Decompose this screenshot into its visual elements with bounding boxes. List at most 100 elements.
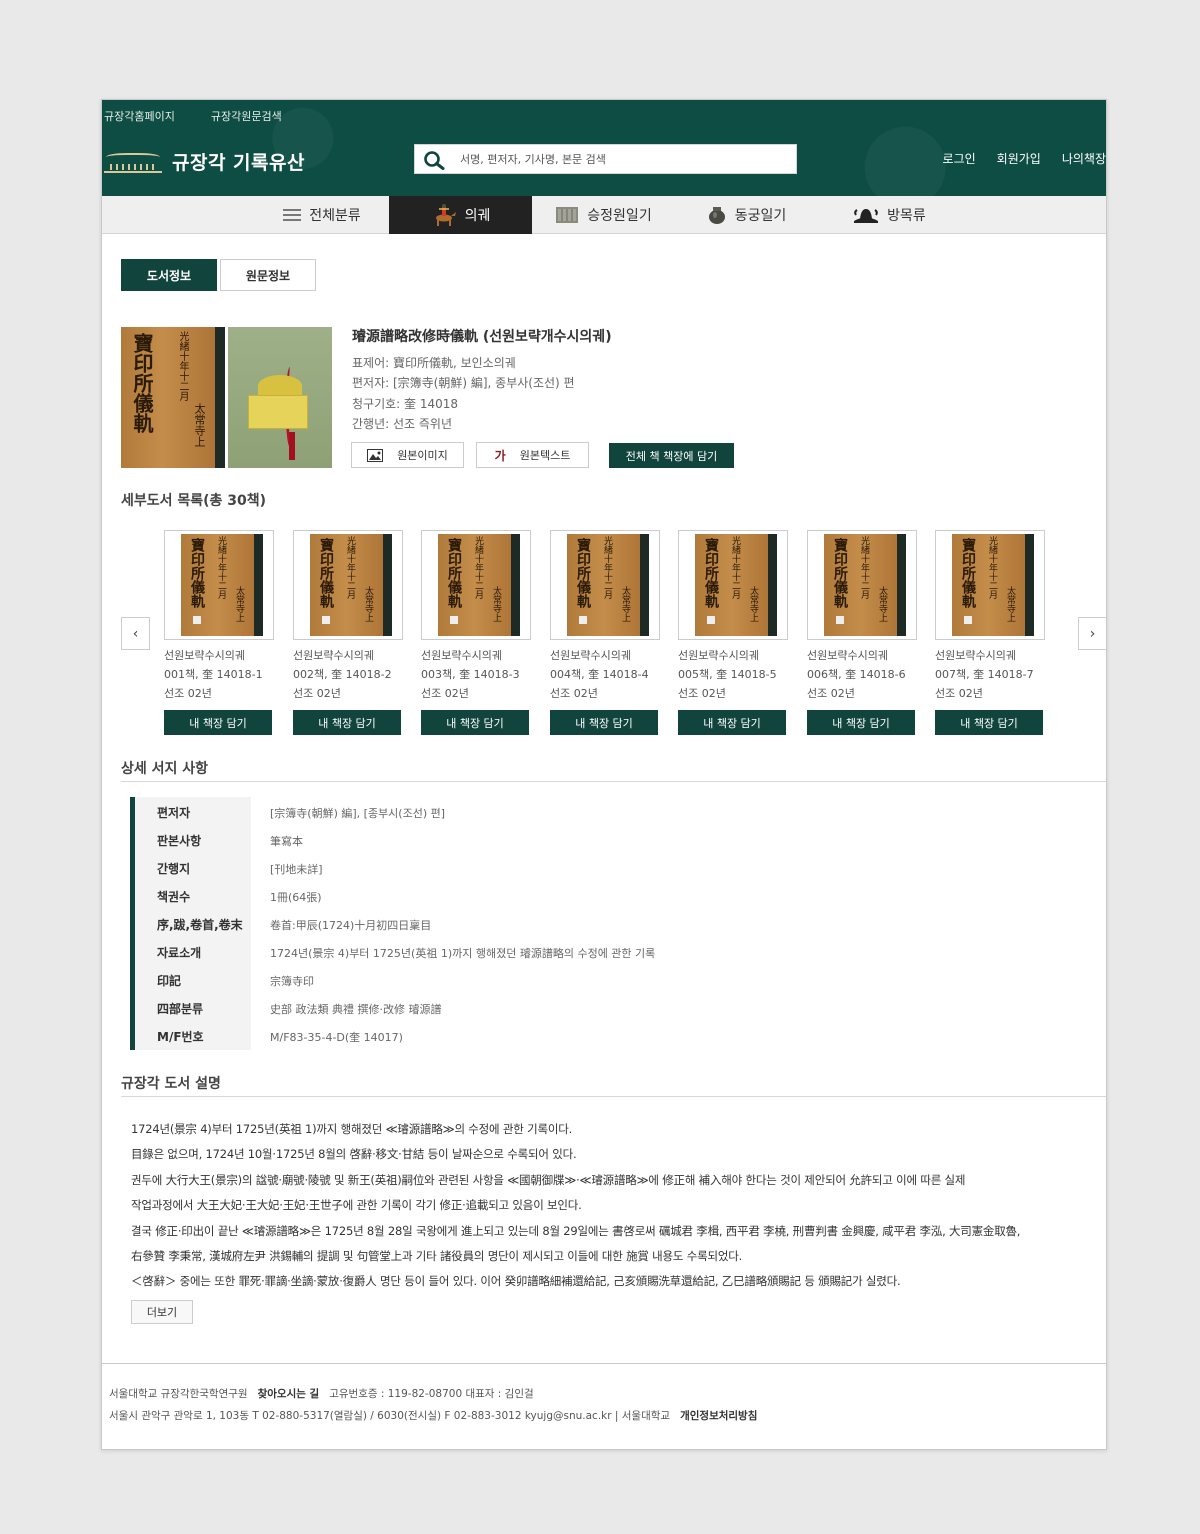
volume-thumbnail[interactable]: 寶印所儀軌 光緒十年十二月 太常寺上 <box>293 530 403 640</box>
volume-name: 선원보략수시의궤 <box>678 649 759 662</box>
logo[interactable]: 규장각 기록유산 <box>104 148 305 175</box>
volume-name: 선원보략수시의궤 <box>807 649 888 662</box>
nav-label-uigwe: 의궤 <box>464 208 491 224</box>
detail-row: 책권수 1冊(64張) <box>130 881 1090 909</box>
tab-original-info[interactable]: 원문정보 <box>220 259 316 291</box>
detail-key: 序,跋,卷首,卷末 <box>157 918 243 932</box>
volume-thumbnail[interactable]: 寶印所儀軌 光緒十年十二月 太常寺上 <box>807 530 917 640</box>
footer-directions-link[interactable]: 찾아오시는 길 <box>258 1388 320 1400</box>
volume-card: 寶印所儀軌 光緒十年十二月 太常寺上 선원보략수시의궤 004책, 奎 14018-… <box>550 530 660 735</box>
original-text-button[interactable]: 가 원본텍스트 <box>476 442 589 468</box>
detail-value: 卷首:甲辰(1724)十月初四日稟目 <box>270 919 432 932</box>
volume-code: 004책, 奎 14018-4 <box>550 668 649 681</box>
volume-year: 선조 02년 <box>807 687 855 700</box>
top-link-search[interactable]: 규장각원문검색 <box>211 108 282 124</box>
detail-value: 史部 政法類 典禮 撰修·改修 璿源譜 <box>270 1003 442 1016</box>
section-divider <box>121 781 1106 782</box>
horse-rider-icon <box>435 204 456 226</box>
section-divider <box>121 1096 1106 1097</box>
add-to-shelf-button[interactable]: 내 책장 담기 <box>164 710 272 735</box>
description-body: 1724년(景宗 4)부터 1725년(英祖 1)까지 행해졌던 ≪璿源譜略≫의… <box>131 1117 1091 1295</box>
volume-name: 선원보략수시의궤 <box>421 649 502 662</box>
volume-year: 선조 02년 <box>293 687 341 700</box>
menu-icon <box>283 209 302 221</box>
volume-card: 寶印所儀軌 光緒十年十二月 太常寺上 선원보략수시의궤 005책, 奎 14018-… <box>678 530 788 735</box>
add-to-shelf-button[interactable]: 내 책장 담기 <box>293 710 401 735</box>
nav-label-seungjeongwon: 승정원일기 <box>587 208 652 224</box>
search-icon[interactable] <box>423 150 447 170</box>
nav-label-bangmok: 방목류 <box>887 208 926 224</box>
detail-key: M/F번호 <box>157 1030 204 1044</box>
volume-card: 寶印所儀軌 光緒十年十二月 太常寺上 선원보략수시의궤 006책, 奎 14018-… <box>807 530 917 735</box>
add-to-shelf-button[interactable]: 내 책장 담기 <box>550 710 658 735</box>
detail-value: 1冊(64張) <box>270 891 322 904</box>
search-box <box>414 144 797 174</box>
book-title: 璿源譜略改修時儀軌 (선원보략개수시의궤) <box>352 329 612 345</box>
meta-author: 편저자: [宗簿寺(朝鮮) 編], 종부사(조선) 편 <box>352 376 575 390</box>
original-image-label: 원본이미지 <box>397 449 448 462</box>
page-frame: 규장각홈페이지 규장각원문검색 규장각 기록유산 로그인 회원가입 나의책장 <box>101 99 1107 1450</box>
detail-row: 印記 宗簿寺印 <box>130 965 1090 993</box>
add-all-to-shelf-button[interactable]: 전체 책 책장에 담기 <box>609 443 734 468</box>
volumes-title: 세부도서 목록(총 30책) <box>121 493 267 509</box>
add-to-shelf-button[interactable]: 내 책장 담기 <box>807 710 915 735</box>
volume-thumbnail[interactable]: 寶印所儀軌 光緒十年十二月 太常寺上 <box>678 530 788 640</box>
meta-publish-year: 간행년: 선조 즉위년 <box>352 417 452 431</box>
detail-key: 四部분류 <box>157 1002 204 1016</box>
add-to-shelf-button[interactable]: 내 책장 담기 <box>421 710 529 735</box>
volume-year: 선조 02년 <box>678 687 726 700</box>
add-to-shelf-button[interactable]: 내 책장 담기 <box>678 710 786 735</box>
original-text-label: 원본텍스트 <box>519 449 571 462</box>
detail-value: 宗簿寺印 <box>270 975 314 988</box>
detail-value: [刊地未詳] <box>270 863 323 876</box>
nav-item-bangmok[interactable]: 방목류 <box>818 196 961 234</box>
cover-publisher: 太常寺上 <box>193 403 206 447</box>
image-icon <box>367 448 384 462</box>
more-button[interactable]: 더보기 <box>131 1300 193 1324</box>
volume-thumbnail[interactable]: 寶印所儀軌 光緒十年十二月 太常寺上 <box>550 530 660 640</box>
detail-row: 판본사항 筆寫本 <box>130 825 1090 853</box>
volume-year: 선조 02년 <box>421 687 469 700</box>
carousel-next-button[interactable]: › <box>1078 617 1106 650</box>
volume-name: 선원보략수시의궤 <box>293 649 374 662</box>
description-line: 권두에 大行大王(景宗)의 諡號·廟號·陵號 및 新王(英祖)嗣位와 관련된 사… <box>131 1172 966 1187</box>
add-to-shelf-button[interactable]: 내 책장 담기 <box>935 710 1043 735</box>
tab-book-info[interactable]: 도서정보 <box>121 259 217 291</box>
volume-thumbnail[interactable]: 寶印所儀軌 光緒十年十二月 太常寺上 <box>421 530 531 640</box>
original-image-button[interactable]: 원본이미지 <box>351 442 464 468</box>
detail-row: 간행지 [刊地未詳] <box>130 853 1090 881</box>
volume-code: 003책, 奎 14018-3 <box>421 668 520 681</box>
footer-privacy-link[interactable]: 개인정보처리방침 <box>680 1410 757 1422</box>
meta-call-number: 청구기호: 奎 14018 <box>352 397 459 411</box>
search-input[interactable] <box>460 145 790 173</box>
nav-item-uigwe[interactable]: 의궤 <box>389 196 532 234</box>
volume-card: 寶印所儀軌 光緒十年十二月 太常寺上 선원보략수시의궤 002책, 奎 14018-… <box>293 530 403 735</box>
carousel-prev-button[interactable]: ‹ <box>121 617 150 650</box>
nav-item-donggung[interactable]: 동궁일기 <box>675 196 818 234</box>
description-line: ＜啓辭＞ 중에는 또한 罪死·罪謫·坐謫·蒙放·復爵人 명단 등이 들어 있다.… <box>131 1274 901 1289</box>
main-nav: 전체분류 의궤 승정원일기 동궁일기 방목류 <box>102 196 1106 234</box>
volume-card: 寶印所儀軌 光緒十年十二月 太常寺上 선원보략수시의궤 001책, 奎 14018-… <box>164 530 274 735</box>
volume-thumbnail[interactable]: 寶印所儀軌 光緒十年十二月 太常寺上 <box>935 530 1045 640</box>
nav-item-seungjeongwon[interactable]: 승정원일기 <box>532 196 675 234</box>
volume-code: 001책, 奎 14018-1 <box>164 668 263 681</box>
detail-value: 1724년(景宗 4)부터 1725년(英祖 1)까지 행해졌던 璿源譜略의 수… <box>270 947 656 960</box>
login-link[interactable]: 로그인 <box>943 150 976 167</box>
pot-icon <box>708 207 725 224</box>
description-line: 目錄은 없으며, 1724년 10월·1725년 8월의 啓辭·移文·甘結 등이… <box>131 1147 577 1162</box>
detail-title: 상세 서지 사항 <box>121 761 209 777</box>
cover-main-title: 寶印所儀軌 <box>130 333 154 433</box>
volume-card: 寶印所儀軌 光緒十年十二月 太常寺上 선원보략수시의궤 007책, 奎 14018-… <box>935 530 1045 735</box>
footer-registration: 고유번호증 : 119-82-08700 대표자 : 김인걸 <box>329 1388 534 1400</box>
cover-date: 光緒十年十二月 <box>177 331 188 401</box>
nav-item-all[interactable]: 전체분류 <box>255 196 389 234</box>
volume-name: 선원보략수시의궤 <box>935 649 1016 662</box>
detail-row: 四部분류 史部 政法類 典禮 撰修·改修 璿源譜 <box>130 993 1090 1021</box>
volume-name: 선원보략수시의궤 <box>164 649 245 662</box>
chevron-left-icon: ‹ <box>132 625 139 642</box>
signup-link[interactable]: 회원가입 <box>997 150 1041 167</box>
volume-thumbnail[interactable]: 寶印所儀軌 光緒十年十二月 太常寺上 <box>164 530 274 640</box>
user-links: 로그인 회원가입 나의책장 <box>943 150 1106 167</box>
top-link-home[interactable]: 규장각홈페이지 <box>104 108 175 124</box>
my-bookshelf-link[interactable]: 나의책장 <box>1062 150 1106 167</box>
